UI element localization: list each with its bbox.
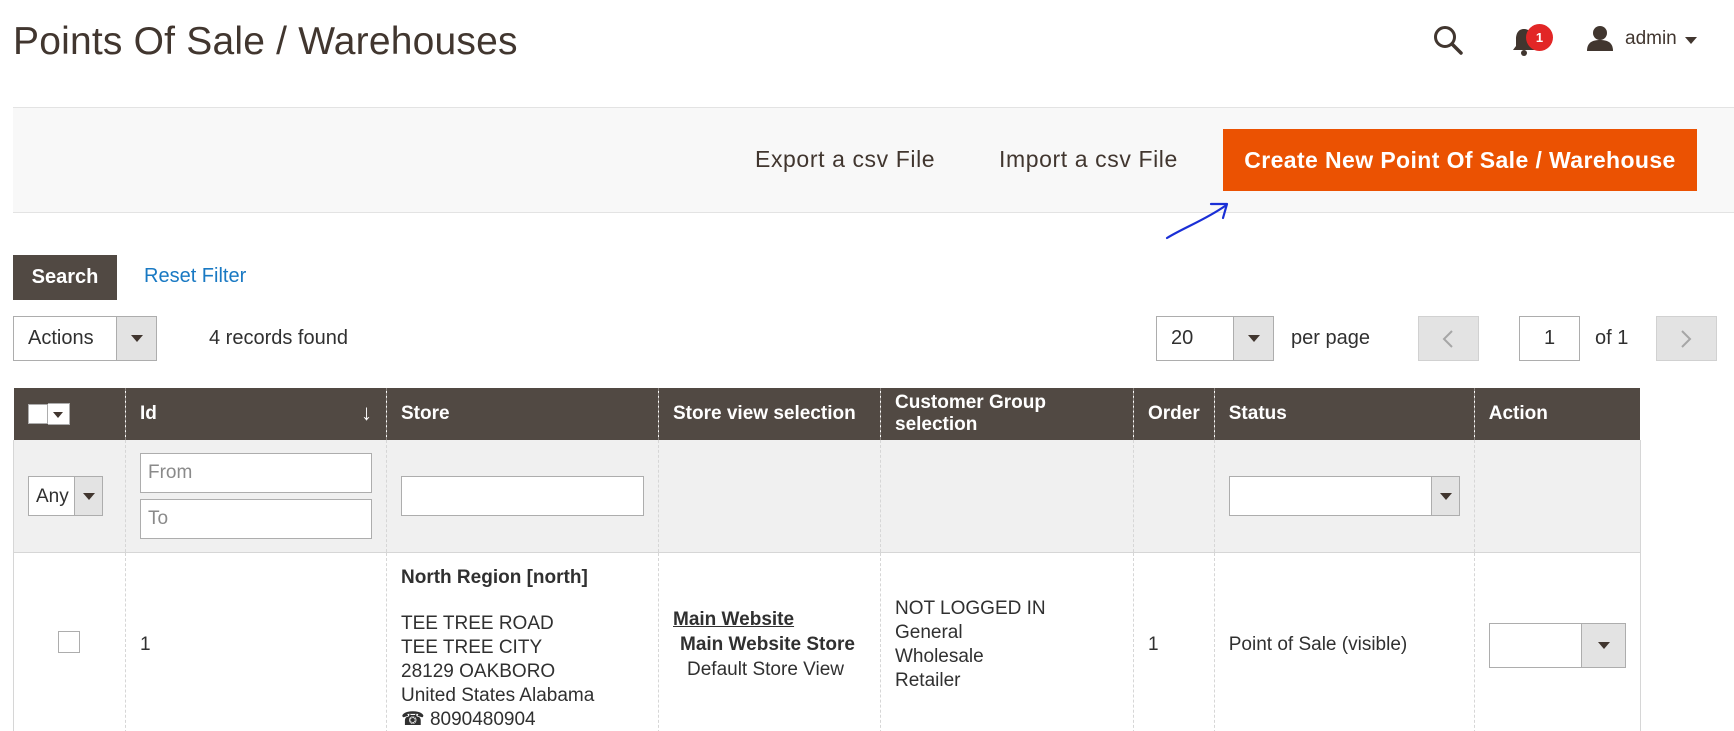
mass-filter-select[interactable]: Any (28, 475, 103, 516)
mass-select-checkbox[interactable] (27, 403, 48, 424)
customer-group: NOT LOGGED IN (895, 598, 1046, 619)
row-status: Point of Sale (visible) (1213, 552, 1475, 731)
customer-group: Retailer (895, 670, 961, 691)
row-order: 1 (1133, 552, 1215, 731)
address-line: TEE TREE ROAD (401, 612, 554, 634)
mass-actions-select[interactable]: Actions (13, 316, 157, 361)
filter-cell-store-view (658, 440, 881, 553)
chevron-down-icon[interactable] (74, 476, 102, 515)
mass-select-header[interactable] (13, 388, 126, 440)
mass-actions-value: Actions (28, 327, 94, 349)
row-action (1473, 552, 1641, 731)
customer-group: Wholesale (895, 646, 984, 667)
per-page-value: 20 (1171, 327, 1194, 349)
previous-page-button[interactable] (1418, 316, 1479, 361)
row-store: North Region [north] TEE TREE ROAD TEE T… (386, 552, 659, 731)
chevron-down-icon[interactable] (1233, 317, 1273, 360)
records-found-count: 4 records found (209, 327, 348, 349)
row-customer-groups: NOT LOGGED IN General Wholesale Retailer (880, 552, 1134, 731)
column-header-id[interactable]: Id ↓ (125, 388, 387, 440)
notification-badge: 1 (1526, 24, 1553, 51)
filter-cell-status (1213, 440, 1475, 553)
grid-header-row: Id ↓ Store Store view selection Customer… (13, 388, 1641, 440)
search-button[interactable]: Search (13, 255, 117, 300)
address-line: United States Alabama (401, 684, 595, 706)
annotation-arrow-icon (1165, 202, 1229, 240)
address-line: 28129 OAKBORO (401, 660, 556, 682)
phone-icon: ☎ (401, 708, 425, 730)
store-name: North Region [north] (401, 566, 588, 588)
column-header-store[interactable]: Store (386, 388, 659, 440)
chevron-down-icon[interactable] (47, 402, 70, 425)
chevron-down-icon[interactable] (1430, 476, 1459, 515)
chevron-left-icon (1442, 330, 1453, 348)
column-header-customer-group[interactable]: Customer Group selection (880, 388, 1134, 440)
page-total: of 1 (1595, 327, 1629, 349)
row-select-cell (13, 552, 126, 731)
store-view-name: Default Store View (687, 659, 845, 680)
export-csv-button[interactable]: Export a csv File (755, 146, 935, 173)
store-filter-input[interactable] (401, 475, 644, 516)
status-filter-select[interactable] (1228, 475, 1460, 516)
phone-line: ☎ 8090480904 (401, 708, 644, 731)
user-icon[interactable] (1586, 24, 1614, 52)
user-menu-label[interactable]: admin (1625, 28, 1677, 50)
page-title: Points Of Sale / Warehouses (13, 20, 518, 63)
row-action-select[interactable] (1488, 622, 1626, 668)
reset-filter-link[interactable]: Reset Filter (144, 265, 246, 288)
chevron-right-icon (1681, 330, 1692, 348)
table-row: 1 North Region [north] TEE TREE ROAD TEE… (13, 552, 1641, 731)
column-header-store-view[interactable]: Store view selection (658, 388, 881, 440)
id-to-input[interactable]: To (140, 498, 372, 539)
filter-cell-mass: Any (13, 440, 126, 553)
next-page-button[interactable] (1656, 316, 1717, 361)
filter-cell-order (1133, 440, 1215, 553)
filter-cell-action (1473, 440, 1641, 553)
per-page-label: per page (1291, 327, 1370, 349)
row-id: 1 (125, 552, 387, 731)
sort-descending-icon: ↓ (361, 400, 372, 425)
phone-number: 8090480904 (429, 708, 536, 730)
per-page-select[interactable]: 20 (1156, 316, 1274, 361)
mass-filter-value: Any (36, 485, 69, 507)
data-grid: Id ↓ Store Store view selection Customer… (13, 388, 1641, 731)
import-csv-button[interactable]: Import a csv File (999, 146, 1178, 173)
chevron-down-icon[interactable] (1580, 623, 1625, 667)
chevron-down-icon[interactable] (116, 317, 156, 360)
filter-cell-id: From To (125, 440, 387, 553)
page-number-input[interactable]: 1 (1519, 316, 1580, 361)
filter-cell-store (386, 440, 659, 553)
search-icon[interactable] (1432, 24, 1464, 56)
row-checkbox[interactable] (58, 631, 80, 653)
chevron-down-icon[interactable] (1685, 37, 1697, 44)
column-header-status[interactable]: Status (1213, 388, 1475, 440)
website-name: Main Website (673, 609, 795, 630)
store-name: Main Website Store (680, 634, 855, 655)
create-point-of-sale-button[interactable]: Create New Point Of Sale / Warehouse (1223, 129, 1697, 191)
column-header-action: Action (1473, 388, 1641, 440)
filter-cell-customer-group (880, 440, 1134, 553)
row-store-view: Main Website Main Website Store Default … (658, 552, 881, 731)
column-header-order[interactable]: Order (1133, 388, 1215, 440)
filter-row: Any From To (13, 440, 1641, 553)
id-from-input[interactable]: From (140, 452, 372, 493)
customer-group: General (895, 622, 963, 643)
address-line: TEE TREE CITY (401, 636, 543, 658)
